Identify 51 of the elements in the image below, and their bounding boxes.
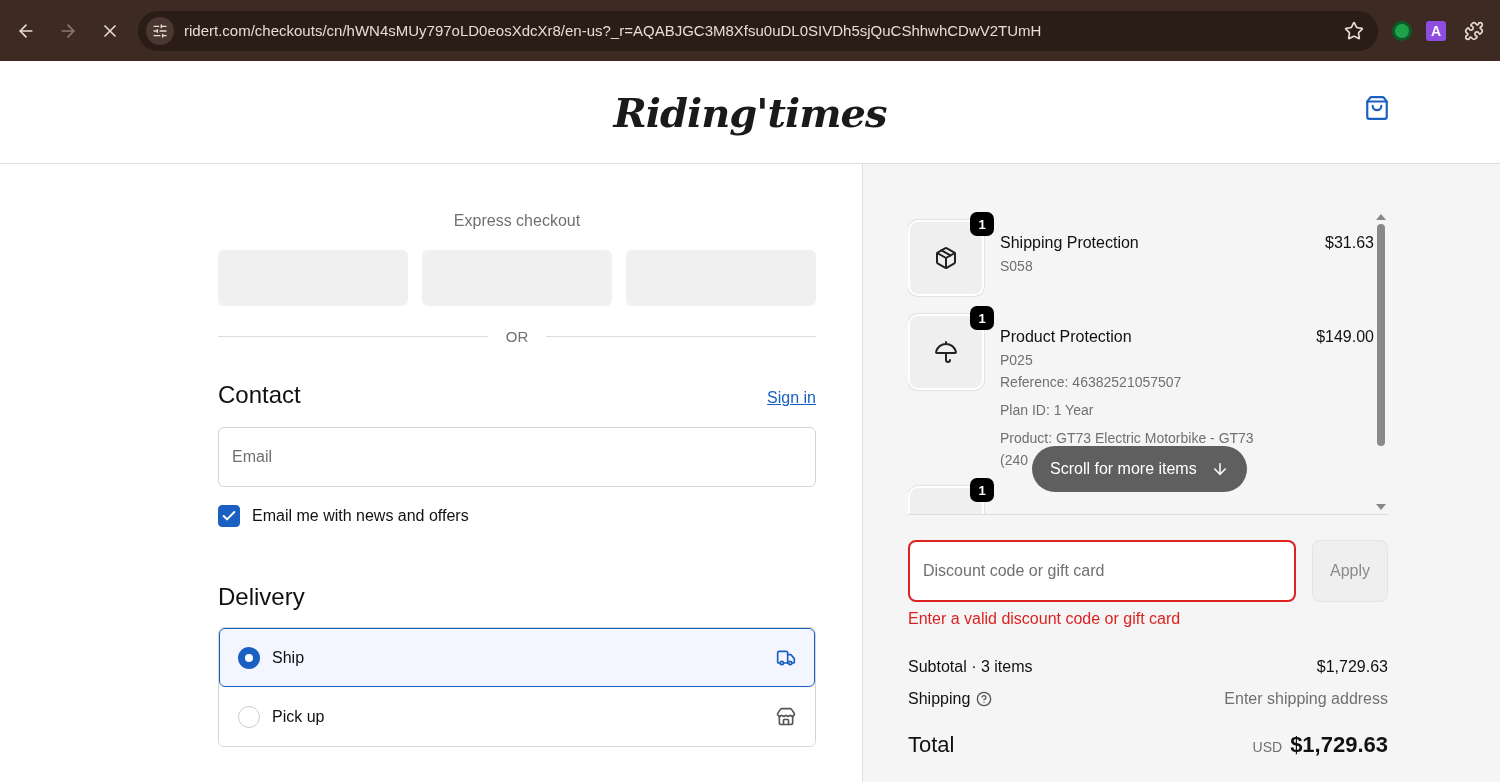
product-detail: Plan ID: 1 Year — [1000, 402, 1095, 418]
product-price: $31.63 — [1325, 234, 1374, 252]
subtotal-label: Subtotal · 3 items — [908, 658, 1033, 676]
email-field[interactable]: Email — [218, 427, 816, 487]
sliders-icon — [152, 22, 168, 39]
site-settings-button[interactable] — [146, 16, 174, 45]
product-detail: S058 — [1000, 258, 1034, 274]
url-text: ridert.com/checkouts/cn/hWN4sMUy797oLD0eosXdcXr8/en-us?_r=AQABJGC3M8Xfsu0uDL0SIVDh5sjQuCShhwhCDwV2TUmH — [184, 22, 1043, 39]
section-label: Express checkout — [452, 212, 582, 230]
radio-button[interactable] — [238, 646, 260, 669]
checkbox[interactable] — [218, 505, 240, 527]
total-value: $1,729.63 — [1290, 732, 1388, 757]
option-label: Ship — [272, 648, 306, 667]
error-message: Enter a valid discount code or gift card — [908, 610, 1182, 628]
discount-field[interactable]: Discount code or gift card — [908, 540, 1296, 602]
delivery-option[interactable]: Ship — [219, 628, 815, 687]
subtotal-value: $1,729.63 — [1316, 658, 1388, 676]
umbrella-icon — [934, 340, 958, 364]
product-price: $149.00 — [1316, 328, 1374, 346]
help-icon[interactable] — [976, 691, 993, 707]
product-detail: Product: GT73 Electric Motorbike - GT73 — [1000, 430, 1255, 446]
product-detail: Reference: 46382521057507 — [1000, 374, 1183, 390]
shopping-bag-icon — [1364, 95, 1390, 121]
product-name: Shipping Protection — [1000, 234, 1139, 252]
shipping-label: Shipping — [908, 690, 971, 708]
section-title: Contact — [218, 381, 301, 409]
address-bar[interactable]: ridert.com/checkouts/cn/hWN4sMUy797oLD0eosXdcXr8/en-us?_r=AQABJGC3M8Xfsu0uDL0SIVDh5sjQuCShhwhCDwV2TUmH — [138, 10, 1378, 51]
package-icon — [934, 246, 958, 270]
puzzle-icon — [1464, 20, 1484, 41]
quantity-badge: 1 — [970, 478, 994, 502]
total-label: Total — [908, 732, 955, 758]
currency-code: USD — [1252, 739, 1283, 755]
scroll-up-icon[interactable] — [1376, 214, 1386, 220]
product-detail: P025 — [1000, 352, 1034, 368]
store-logo[interactable]: Riding'times — [613, 88, 887, 136]
product-name: Product Protection — [1000, 328, 1132, 346]
shipping-value: Enter shipping address — [1224, 690, 1388, 708]
scroll-down-icon[interactable] — [1376, 504, 1386, 510]
extension-button[interactable]: A — [1426, 20, 1446, 41]
checkbox-label: Email me with news and offers — [252, 507, 469, 525]
store-icon — [776, 706, 796, 727]
sign-in-link[interactable]: Sign in — [767, 389, 816, 407]
scroll-hint-button[interactable]: Scroll for more items — [1032, 446, 1247, 492]
quantity-badge: 1 — [970, 306, 994, 330]
bookmark-star-icon[interactable] — [1344, 20, 1364, 41]
section-title: Delivery — [218, 583, 305, 611]
option-label: Pick up — [272, 707, 326, 726]
extension-icon[interactable] — [1392, 20, 1412, 41]
quantity-badge: 1 — [970, 212, 994, 236]
cart-button[interactable] — [1364, 95, 1390, 121]
divider-label: OR — [505, 328, 529, 345]
